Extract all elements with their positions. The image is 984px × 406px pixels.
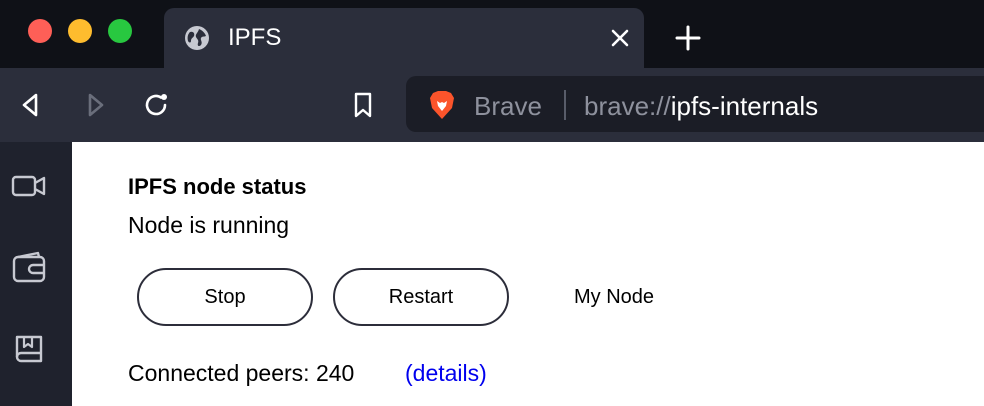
brand-label: Brave	[474, 91, 542, 121]
window-close-button[interactable]	[28, 19, 52, 43]
reading-list-icon[interactable]	[11, 332, 47, 368]
restart-button[interactable]: Restart	[333, 268, 509, 326]
close-icon[interactable]	[608, 26, 632, 50]
tab-ipfs[interactable]: IPFS	[164, 8, 644, 68]
my-node-link[interactable]: My Node	[574, 285, 654, 309]
wallet-icon[interactable]	[11, 250, 47, 286]
tab-strip: IPFS	[0, 0, 984, 68]
stop-button[interactable]: Stop	[137, 268, 313, 326]
video-camera-icon[interactable]	[11, 168, 47, 204]
globe-icon	[184, 25, 210, 51]
url-text[interactable]: brave://ipfs-internals	[584, 91, 818, 121]
details-link[interactable]: (details)	[405, 359, 487, 387]
forward-arrow-icon[interactable]	[80, 90, 110, 120]
tab-title: IPFS	[228, 24, 282, 51]
window-zoom-button[interactable]	[108, 19, 132, 43]
connected-peers-text: Connected peers: 240	[128, 360, 355, 386]
url-separator	[564, 90, 566, 120]
toolbar: Brave brave://ipfs-internals	[0, 68, 984, 142]
url-host: ipfs-internals	[670, 91, 819, 121]
sidebar	[0, 142, 72, 406]
url-scheme: brave://	[584, 91, 671, 121]
node-status-text: Node is running	[128, 212, 290, 238]
page-content: IPFS node status Node is running Stop Re…	[72, 142, 984, 406]
brave-lion-icon[interactable]	[428, 90, 456, 120]
page-title: IPFS node status	[128, 174, 307, 199]
address-bar[interactable]: Brave brave://ipfs-internals	[406, 76, 984, 132]
reload-icon[interactable]	[142, 90, 172, 120]
back-arrow-icon[interactable]	[16, 90, 46, 120]
plus-icon[interactable]	[674, 24, 702, 52]
window-minimize-button[interactable]	[68, 19, 92, 43]
bookmark-icon[interactable]	[348, 90, 378, 120]
